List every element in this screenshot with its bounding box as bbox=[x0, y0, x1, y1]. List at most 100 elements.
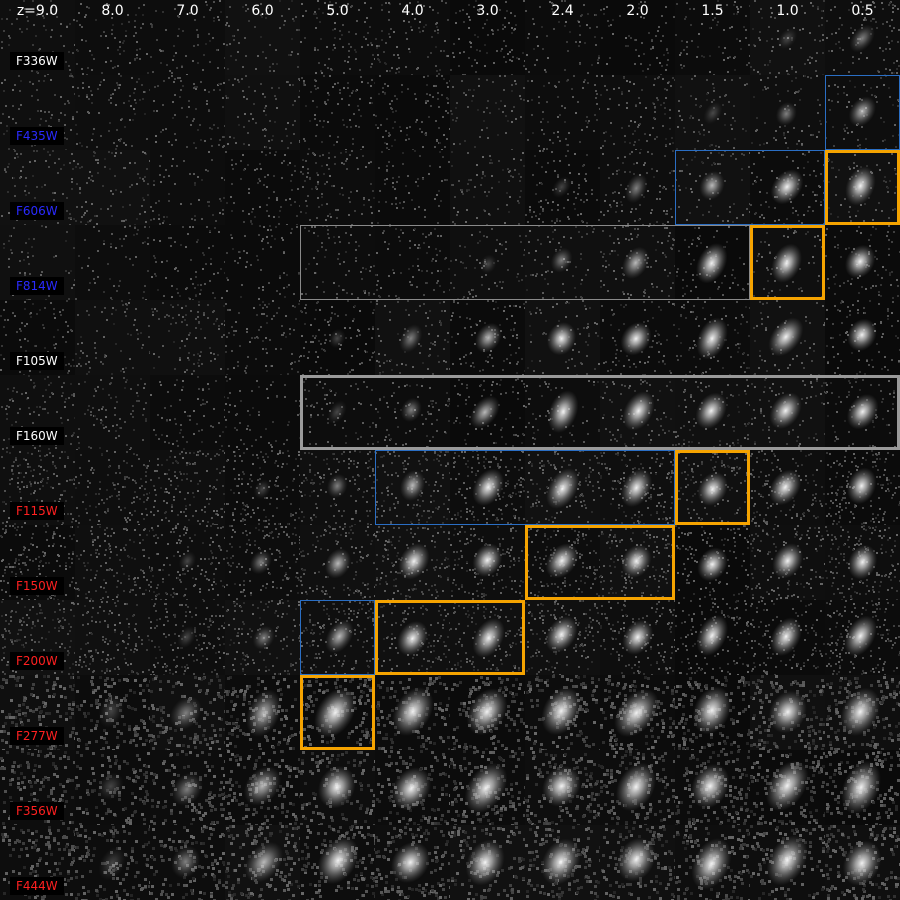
galaxy-cutout bbox=[450, 600, 525, 675]
galaxy-cutout bbox=[450, 225, 525, 300]
galaxy-cutout bbox=[300, 450, 375, 525]
galaxy-cutout bbox=[300, 825, 375, 900]
galaxy-cutout bbox=[375, 600, 450, 675]
galaxy-cutout bbox=[450, 375, 525, 450]
galaxy-cutout bbox=[225, 375, 300, 450]
galaxy-cutout bbox=[150, 675, 225, 750]
galaxy-cutout bbox=[300, 375, 375, 450]
galaxy-cutout bbox=[75, 675, 150, 750]
galaxy-cutout bbox=[375, 75, 450, 150]
redshift-label: 7.0 bbox=[176, 3, 199, 19]
galaxy-cutout bbox=[825, 450, 900, 525]
galaxy-cutout bbox=[450, 525, 525, 600]
galaxy-cutout bbox=[375, 150, 450, 225]
galaxy-cutout bbox=[600, 825, 675, 900]
filter-label: F160W bbox=[10, 427, 64, 445]
galaxy-cutout bbox=[750, 225, 825, 300]
galaxy-cutout bbox=[600, 225, 675, 300]
galaxy-cutout bbox=[600, 300, 675, 375]
galaxy-cutout bbox=[450, 75, 525, 150]
filter-label: F150W bbox=[10, 577, 64, 595]
galaxy-cutout bbox=[600, 600, 675, 675]
redshift-label: 2.4 bbox=[551, 3, 574, 19]
galaxy-cutout bbox=[75, 375, 150, 450]
galaxy-cutout bbox=[525, 225, 600, 300]
filter-label: F200W bbox=[10, 652, 64, 670]
galaxy-cutout bbox=[600, 150, 675, 225]
galaxy-cutout bbox=[675, 150, 750, 225]
galaxy-cutout bbox=[75, 525, 150, 600]
filter-label: F814W bbox=[10, 277, 64, 295]
galaxy-cutout bbox=[450, 300, 525, 375]
galaxy-cutout bbox=[450, 825, 525, 900]
galaxy-cutout bbox=[675, 225, 750, 300]
galaxy-cutout bbox=[225, 825, 300, 900]
galaxy-cutout bbox=[75, 150, 150, 225]
galaxy-cutout bbox=[525, 300, 600, 375]
galaxy-cutout bbox=[300, 525, 375, 600]
galaxy-cutout bbox=[525, 600, 600, 675]
galaxy-cutout bbox=[750, 825, 825, 900]
redshift-label: 1.5 bbox=[701, 3, 724, 19]
galaxy-cutout bbox=[825, 75, 900, 150]
galaxy-cutout bbox=[75, 300, 150, 375]
galaxy-cutout bbox=[750, 600, 825, 675]
redshift-label: 3.0 bbox=[476, 3, 499, 19]
filter-label: F105W bbox=[10, 352, 64, 370]
galaxy-cutout bbox=[75, 75, 150, 150]
galaxy-cutout bbox=[750, 750, 825, 825]
galaxy-cutout bbox=[750, 525, 825, 600]
redshift-label: 5.0 bbox=[326, 3, 349, 19]
galaxy-cutout bbox=[675, 825, 750, 900]
redshift-label: 2.0 bbox=[626, 3, 649, 19]
galaxy-cutout bbox=[750, 450, 825, 525]
galaxy-cutout bbox=[225, 300, 300, 375]
galaxy-cutout bbox=[375, 225, 450, 300]
galaxy-cutout bbox=[600, 75, 675, 150]
galaxy-cutout bbox=[525, 450, 600, 525]
galaxy-cutout bbox=[150, 300, 225, 375]
galaxy-cutout bbox=[300, 75, 375, 150]
galaxy-cutout bbox=[375, 375, 450, 450]
filter-label: F115W bbox=[10, 502, 64, 520]
galaxy-cutout bbox=[150, 600, 225, 675]
galaxy-cutout bbox=[150, 375, 225, 450]
redshift-label: 0.5 bbox=[851, 3, 874, 19]
galaxy-cutout bbox=[600, 525, 675, 600]
redshift-label: 6.0 bbox=[251, 3, 274, 19]
galaxy-cutout bbox=[750, 300, 825, 375]
galaxy-cutout bbox=[825, 525, 900, 600]
galaxy-cutout bbox=[75, 225, 150, 300]
galaxy-cutout bbox=[75, 600, 150, 675]
galaxy-cutout bbox=[450, 450, 525, 525]
galaxy-cutout bbox=[75, 825, 150, 900]
galaxy-cutout bbox=[225, 525, 300, 600]
filter-label: F444W bbox=[10, 877, 64, 895]
redshift-label: 8.0 bbox=[101, 3, 124, 19]
galaxy-cutout bbox=[300, 300, 375, 375]
galaxy-cutout bbox=[150, 750, 225, 825]
galaxy-cutout bbox=[150, 225, 225, 300]
galaxy-cutout bbox=[525, 75, 600, 150]
galaxy-cutout bbox=[525, 150, 600, 225]
galaxy-cutout bbox=[225, 150, 300, 225]
galaxy-cutout bbox=[225, 600, 300, 675]
galaxy-cutout bbox=[225, 450, 300, 525]
galaxy-cutout bbox=[600, 750, 675, 825]
galaxy-cutout bbox=[825, 375, 900, 450]
galaxy-cutout bbox=[600, 375, 675, 450]
galaxy-cutout bbox=[675, 450, 750, 525]
galaxy-cutout bbox=[150, 825, 225, 900]
galaxy-cutout bbox=[750, 675, 825, 750]
galaxy-cutout bbox=[750, 375, 825, 450]
galaxy-cutout bbox=[375, 750, 450, 825]
filter-label: F336W bbox=[10, 52, 64, 70]
galaxy-cutout bbox=[300, 225, 375, 300]
redshift-label: 4.0 bbox=[401, 3, 424, 19]
galaxy-cutout bbox=[150, 525, 225, 600]
galaxy-redshift-grid: z=9.0 8.0 7.0 6.0 5.0 4.0 3.0 2.4 2.0 1.5 1.0 0.5 F… bbox=[0, 0, 900, 900]
galaxy-cutout bbox=[225, 675, 300, 750]
galaxy-cutout bbox=[600, 450, 675, 525]
galaxy-cutout bbox=[675, 750, 750, 825]
galaxy-cutout bbox=[375, 825, 450, 900]
